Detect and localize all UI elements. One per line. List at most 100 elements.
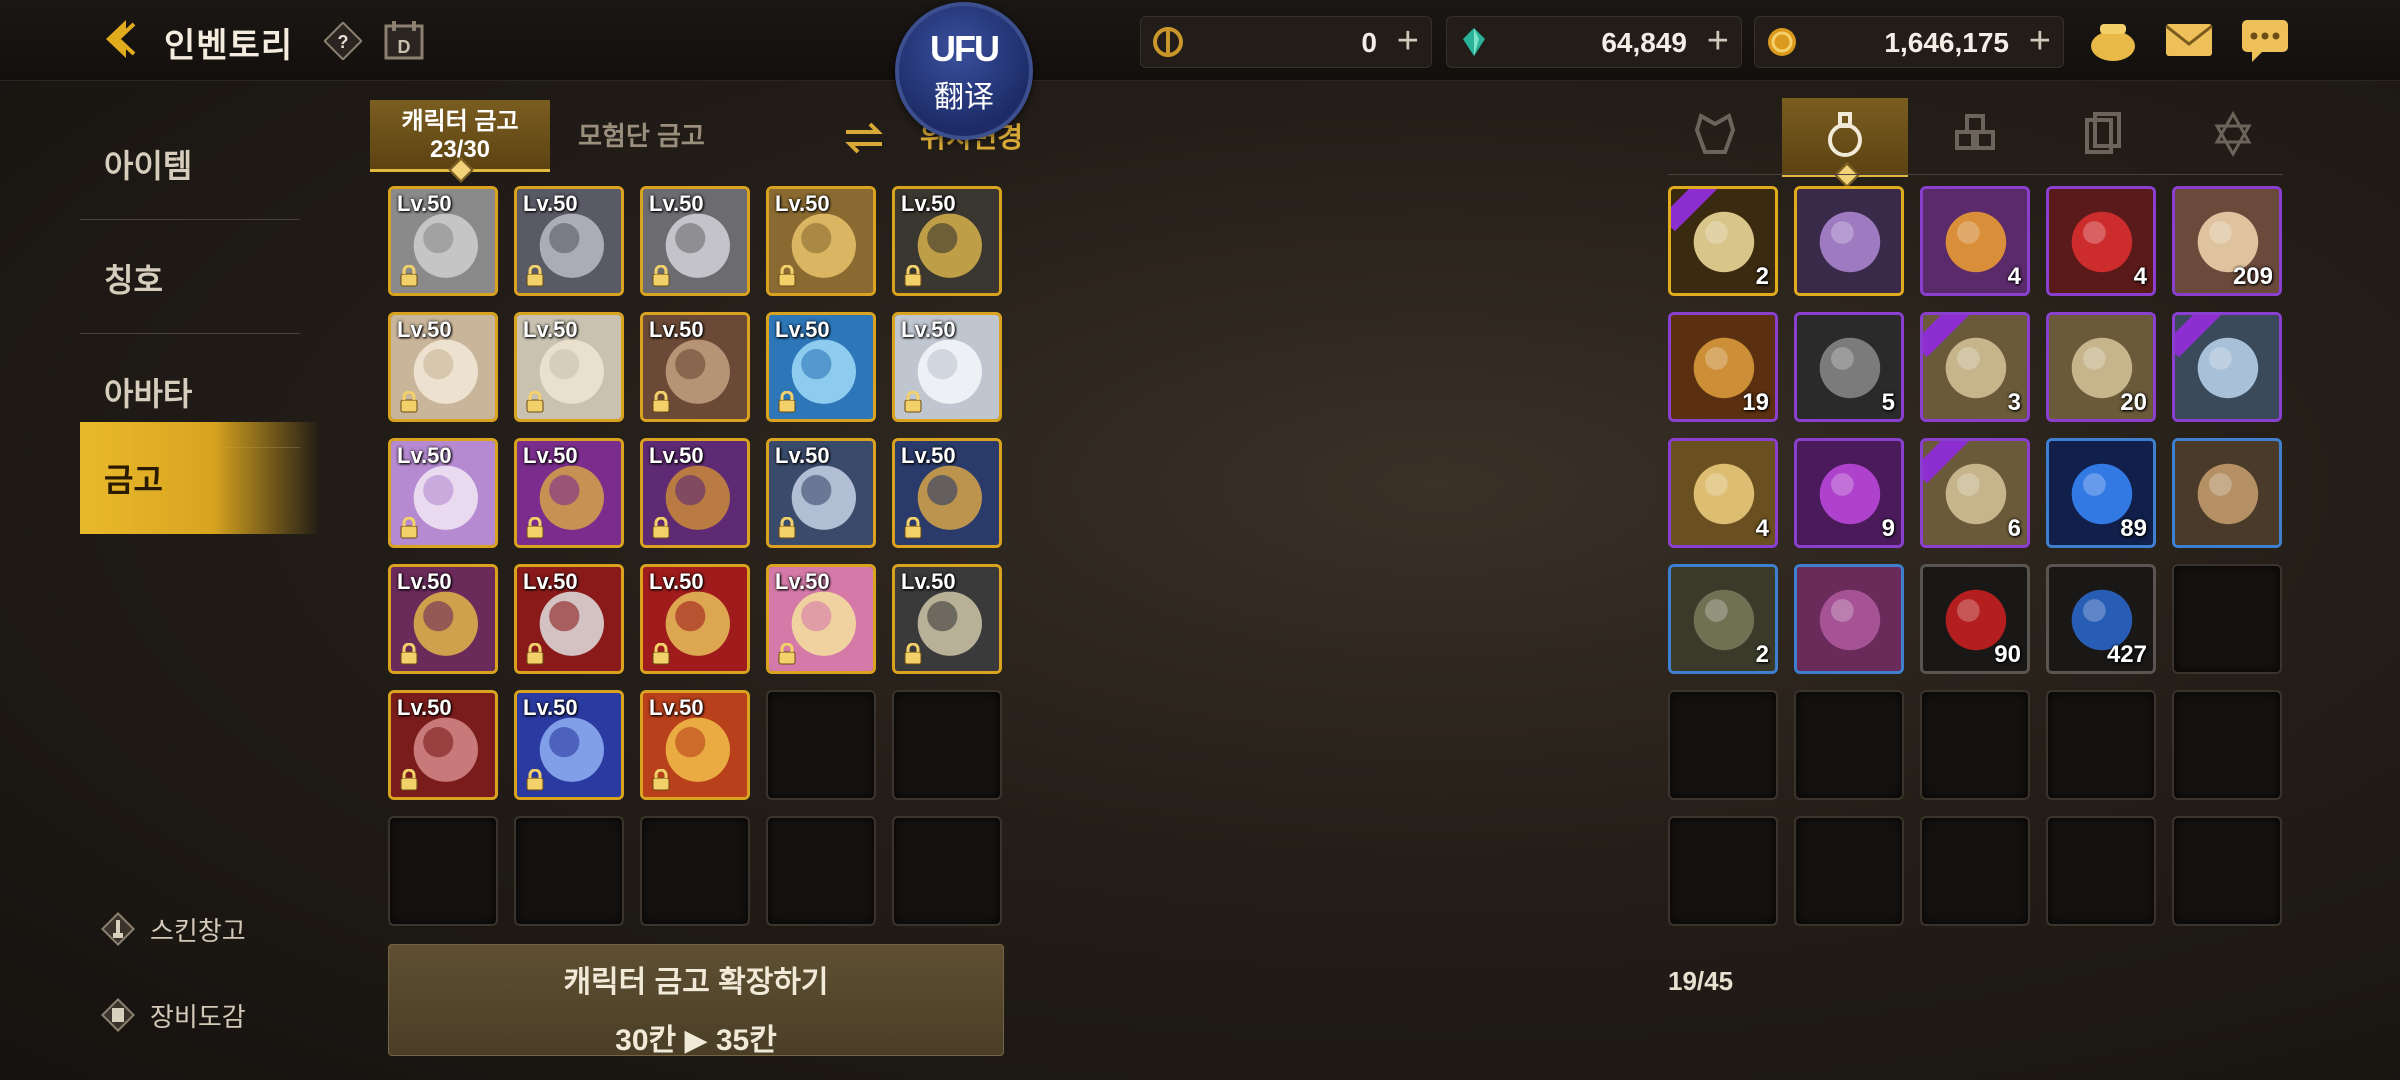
empty-slot[interactable] xyxy=(1668,816,1778,926)
item-level: Lv.50 xyxy=(523,191,578,216)
vault-item-slot[interactable]: Lv.50 xyxy=(766,186,876,296)
empty-slot[interactable] xyxy=(1794,690,1904,800)
currency-value: 0 xyxy=(1361,27,1377,58)
back-arrow-icon[interactable] xyxy=(96,14,146,64)
vault-item-slot[interactable]: Lv.50 xyxy=(892,438,1002,548)
inventory-item-slot[interactable] xyxy=(2172,438,2282,548)
tab-adventure-vault[interactable]: 모험단 금고 xyxy=(578,116,705,153)
inventory-item-slot[interactable]: 3 xyxy=(1920,312,2030,422)
brush-icon xyxy=(101,912,135,946)
inventory-item-slot[interactable]: 209 xyxy=(2172,186,2282,296)
empty-slot[interactable] xyxy=(388,816,498,926)
vault-item-slot[interactable]: Lv.50 xyxy=(514,690,624,800)
empty-slot[interactable] xyxy=(1794,816,1904,926)
vault-item-slot[interactable]: Lv.50 xyxy=(514,186,624,296)
expand-detail: 30칸 ▶ 35칸 xyxy=(615,1024,777,1057)
sidebar-item-items[interactable]: 아이템 xyxy=(80,108,320,220)
empty-slot[interactable] xyxy=(766,816,876,926)
lock-icon xyxy=(904,517,922,539)
inventory-item-slot[interactable]: 90 xyxy=(1920,564,2030,674)
empty-slot[interactable] xyxy=(640,816,750,926)
vault-item-slot[interactable]: Lv.50 xyxy=(766,564,876,674)
tab-materials[interactable] xyxy=(1912,98,2038,174)
vault-item-slot[interactable]: Lv.50 xyxy=(388,690,498,800)
item-quantity: 2 xyxy=(1755,263,1769,290)
swap-icon[interactable] xyxy=(842,118,886,158)
skin-storage-link[interactable]: 스킨창고 xyxy=(100,904,246,954)
vault-item-slot[interactable]: Lv.50 xyxy=(640,186,750,296)
empty-slot[interactable] xyxy=(892,816,1002,926)
add-currency-button[interactable]: + xyxy=(2029,21,2051,61)
vault-item-slot[interactable]: Lv.50 xyxy=(388,186,498,296)
inventory-item-slot[interactable]: 6 xyxy=(1920,438,2030,548)
vault-item-slot[interactable]: Lv.50 xyxy=(892,312,1002,422)
empty-slot[interactable] xyxy=(2172,564,2282,674)
empty-slot[interactable] xyxy=(892,690,1002,800)
vault-item-slot[interactable]: Lv.50 xyxy=(766,312,876,422)
tab-special[interactable] xyxy=(2170,98,2296,174)
add-currency-button[interactable]: + xyxy=(1397,21,1419,61)
item-level: Lv.50 xyxy=(649,191,704,216)
pouch-icon[interactable] xyxy=(2086,14,2140,66)
inventory-item-slot[interactable]: 19 xyxy=(1668,312,1778,422)
svg-text:D: D xyxy=(398,37,411,57)
inventory-item-slot[interactable]: 2 xyxy=(1668,564,1778,674)
help-icon[interactable]: ? xyxy=(324,22,362,60)
vault-item-slot[interactable]: Lv.50 xyxy=(388,564,498,674)
translate-badge[interactable]: UFU 翻译 xyxy=(895,2,1033,140)
green-gem-icon xyxy=(1463,28,1485,56)
vault-item-slot[interactable]: Lv.50 xyxy=(766,438,876,548)
item-level: Lv.50 xyxy=(775,317,830,342)
empty-slot[interactable] xyxy=(1668,690,1778,800)
inventory-item-slot[interactable]: 9 xyxy=(1794,438,1904,548)
inventory-item-slot[interactable]: 4 xyxy=(1668,438,1778,548)
tab-equipment[interactable] xyxy=(1652,98,1778,174)
item-quantity: 89 xyxy=(2120,515,2147,542)
sidebar-item-vault[interactable]: 금고 xyxy=(80,422,320,534)
vault-item-slot[interactable]: Lv.50 xyxy=(388,438,498,548)
chat-icon[interactable] xyxy=(2238,14,2292,66)
inventory-item-slot[interactable]: 427 xyxy=(2046,564,2156,674)
item-quantity: 9 xyxy=(1881,515,1895,542)
equipment-codex-link[interactable]: 장비도감 xyxy=(100,990,246,1040)
empty-slot[interactable] xyxy=(766,690,876,800)
vault-item-slot[interactable]: Lv.50 xyxy=(640,312,750,422)
vault-item-slot[interactable]: Lv.50 xyxy=(514,564,624,674)
tab-cards[interactable] xyxy=(2040,98,2166,174)
vault-item-slot[interactable]: Lv.50 xyxy=(640,438,750,548)
inventory-item-slot[interactable]: 5 xyxy=(1794,312,1904,422)
tab-character-vault[interactable]: 캐릭터 금고 23/30 xyxy=(370,100,550,183)
empty-slot[interactable] xyxy=(1920,816,2030,926)
empty-slot[interactable] xyxy=(1920,690,2030,800)
vault-item-slot[interactable]: Lv.50 xyxy=(388,312,498,422)
inventory-item-slot[interactable]: 4 xyxy=(2046,186,2156,296)
inventory-item-slot[interactable] xyxy=(1794,186,1904,296)
vault-item-slot[interactable]: Lv.50 xyxy=(514,312,624,422)
inventory-item-slot[interactable]: 4 xyxy=(1920,186,2030,296)
add-currency-button[interactable]: + xyxy=(1707,21,1729,61)
mail-icon[interactable] xyxy=(2162,14,2216,66)
empty-slot[interactable] xyxy=(514,816,624,926)
expand-vault-button[interactable]: 캐릭터 금고 확장하기 30칸 ▶ 35칸 xyxy=(388,944,1004,1057)
lock-icon xyxy=(526,265,544,287)
empty-slot[interactable] xyxy=(2046,690,2156,800)
inventory-item-slot[interactable]: 2 xyxy=(1668,186,1778,296)
empty-slot[interactable] xyxy=(2046,816,2156,926)
empty-slot[interactable] xyxy=(2172,690,2282,800)
vault-item-slot[interactable]: Lv.50 xyxy=(640,564,750,674)
inventory-item-slot[interactable]: 89 xyxy=(2046,438,2156,548)
empty-slot[interactable] xyxy=(2172,816,2282,926)
inventory-item-slot[interactable]: 20 xyxy=(2046,312,2156,422)
expand-title: 캐릭터 금고 확장하기 xyxy=(563,966,829,999)
vault-item-slot[interactable]: Lv.50 xyxy=(892,564,1002,674)
calendar-icon[interactable]: D xyxy=(382,18,426,62)
vault-item-slot[interactable]: Lv.50 xyxy=(514,438,624,548)
vault-item-slot[interactable]: Lv.50 xyxy=(640,690,750,800)
item-quantity: 209 xyxy=(2232,263,2273,290)
inventory-item-slot[interactable] xyxy=(1794,564,1904,674)
sidebar-item-titles[interactable]: 칭호 xyxy=(80,222,320,334)
tab-consumables[interactable] xyxy=(1782,98,1908,188)
vault-item-slot[interactable]: Lv.50 xyxy=(892,186,1002,296)
item-level: Lv.50 xyxy=(397,695,452,720)
inventory-item-slot[interactable] xyxy=(2172,312,2282,422)
